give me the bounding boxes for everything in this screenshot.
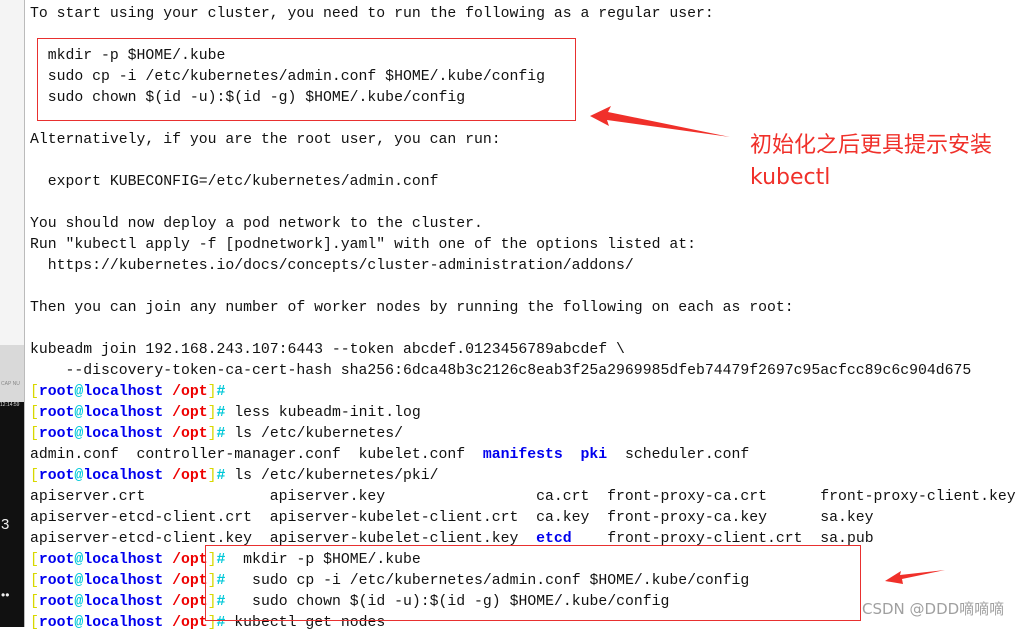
annotation-note: 初始化之后更具提示安装 kubectl (750, 130, 992, 194)
arrow-icon (885, 570, 945, 584)
annotation-line2: kubectl (750, 165, 831, 190)
annotation-line1: 初始化之后更具提示安装 (750, 133, 993, 158)
annotation-arrows (590, 106, 945, 584)
watermark: CSDN @DDD嘀嘀嘀 (862, 600, 1005, 618)
arrow-icon (590, 106, 730, 137)
